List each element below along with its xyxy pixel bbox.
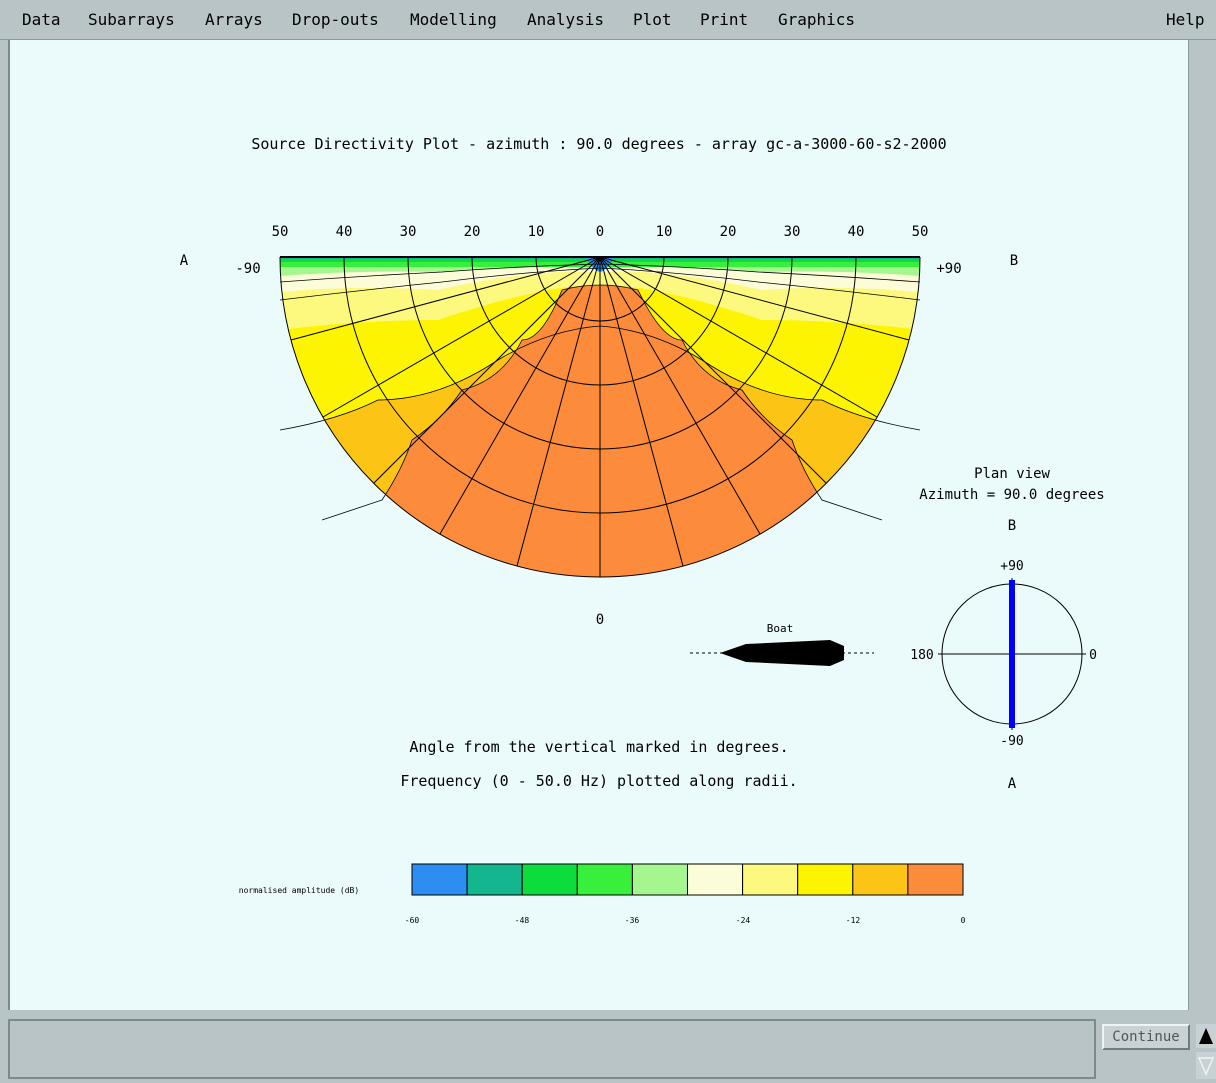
freq-tick: 40	[336, 224, 353, 240]
angle-label-right: +90	[936, 261, 961, 277]
directivity-contour-plot	[279, 256, 921, 578]
colorbar-tick: -12	[846, 916, 861, 925]
side-label-a: A	[180, 253, 189, 269]
arrow-down-icon	[1197, 1057, 1215, 1076]
colorbar-swatch	[742, 863, 799, 896]
freq-tick: 10	[656, 224, 673, 240]
menu-plot[interactable]: Plot	[633, 10, 672, 29]
colorbar-tick: 0	[961, 916, 966, 925]
plot-title: Source Directivity Plot - azimuth : 90.0…	[251, 135, 946, 153]
menu-analysis[interactable]: Analysis	[527, 10, 604, 29]
side-label-b: B	[1010, 253, 1018, 269]
plan-view-azimuth: Azimuth = 90.0 degrees	[919, 487, 1104, 503]
colorbar-tick: -24	[736, 916, 751, 925]
colorbar-tick: -48	[515, 916, 530, 925]
boat-icon	[690, 640, 874, 666]
freq-tick: 10	[528, 224, 545, 240]
right-scroll-strip	[1188, 40, 1216, 1010]
colorbar-swatch	[852, 863, 909, 896]
plan-view-tick-top: +90	[1000, 559, 1023, 574]
continue-button[interactable]: Continue	[1102, 1024, 1190, 1050]
freq-tick: 40	[848, 224, 865, 240]
menu-arrays[interactable]: Arrays	[205, 10, 263, 29]
freq-tick: 0	[596, 224, 604, 240]
plan-view-title: Plan view	[974, 466, 1050, 482]
colorbar-swatches	[411, 863, 964, 896]
colorbar-swatch	[797, 863, 854, 896]
colorbar-label: normalised amplitude (dB)	[239, 886, 359, 895]
colorbar-tick: -60	[405, 916, 420, 925]
angle-label-left: -90	[235, 261, 260, 277]
freq-tick: 50	[272, 224, 289, 240]
menu-subarrays[interactable]: Subarrays	[88, 10, 175, 29]
colorbar-swatch	[411, 863, 468, 896]
plan-view-tick-bottom: -90	[1000, 734, 1023, 749]
menu-data[interactable]: Data	[22, 10, 61, 29]
menu-graphics[interactable]: Graphics	[778, 10, 855, 29]
arrow-up-icon	[1199, 1028, 1213, 1044]
colorbar: normalised amplitude (dB) -60 -48 -36 -2…	[239, 863, 966, 925]
directivity-figure: Source Directivity Plot - azimuth : 90.0…	[180, 135, 1105, 925]
colorbar-swatch	[466, 863, 523, 896]
caption-angle: Angle from the vertical marked in degree…	[409, 738, 788, 756]
menu-modelling[interactable]: Modelling	[410, 10, 497, 29]
plan-view-tick-right: 0	[1089, 648, 1097, 663]
menu-drop-outs[interactable]: Drop-outs	[292, 10, 379, 29]
colorbar-ticks: -60 -48 -36 -24 -12 0	[405, 916, 966, 925]
scroll-up-button[interactable]	[1196, 1024, 1216, 1048]
plan-view: Plan view Azimuth = 90.0 degrees B +90 1…	[910, 466, 1104, 792]
boat-label: Boat	[767, 622, 794, 635]
freq-tick: 30	[400, 224, 417, 240]
freq-tick: 50	[912, 224, 929, 240]
freq-tick: 20	[464, 224, 481, 240]
menu-help[interactable]: Help	[1166, 10, 1205, 29]
plot-canvas: Source Directivity Plot - azimuth : 90.0…	[8, 40, 1188, 1010]
menu-bar: Data Subarrays Arrays Drop-outs Modellin…	[0, 0, 1216, 40]
colorbar-swatch	[521, 863, 578, 896]
colorbar-swatch	[687, 863, 744, 896]
frequency-tick-labels: 50 40 30 20 10 0 10 20 30 40 50	[272, 224, 929, 240]
freq-tick: 30	[784, 224, 801, 240]
colorbar-swatch	[631, 863, 689, 896]
colorbar-swatch	[576, 863, 633, 896]
plan-view-label-b: B	[1008, 518, 1016, 534]
scroll-down-button[interactable]	[1196, 1052, 1216, 1079]
angle-label-bottom: 0	[596, 612, 604, 628]
freq-tick: 20	[720, 224, 737, 240]
status-bar	[8, 1019, 1096, 1079]
colorbar-swatch	[907, 863, 964, 896]
plan-view-label-a: A	[1008, 776, 1017, 792]
plan-view-tick-left: 180	[910, 648, 933, 663]
colorbar-tick: -36	[625, 916, 640, 925]
caption-frequency: Frequency (0 - 50.0 Hz) plotted along ra…	[400, 772, 797, 790]
menu-print[interactable]: Print	[700, 10, 748, 29]
